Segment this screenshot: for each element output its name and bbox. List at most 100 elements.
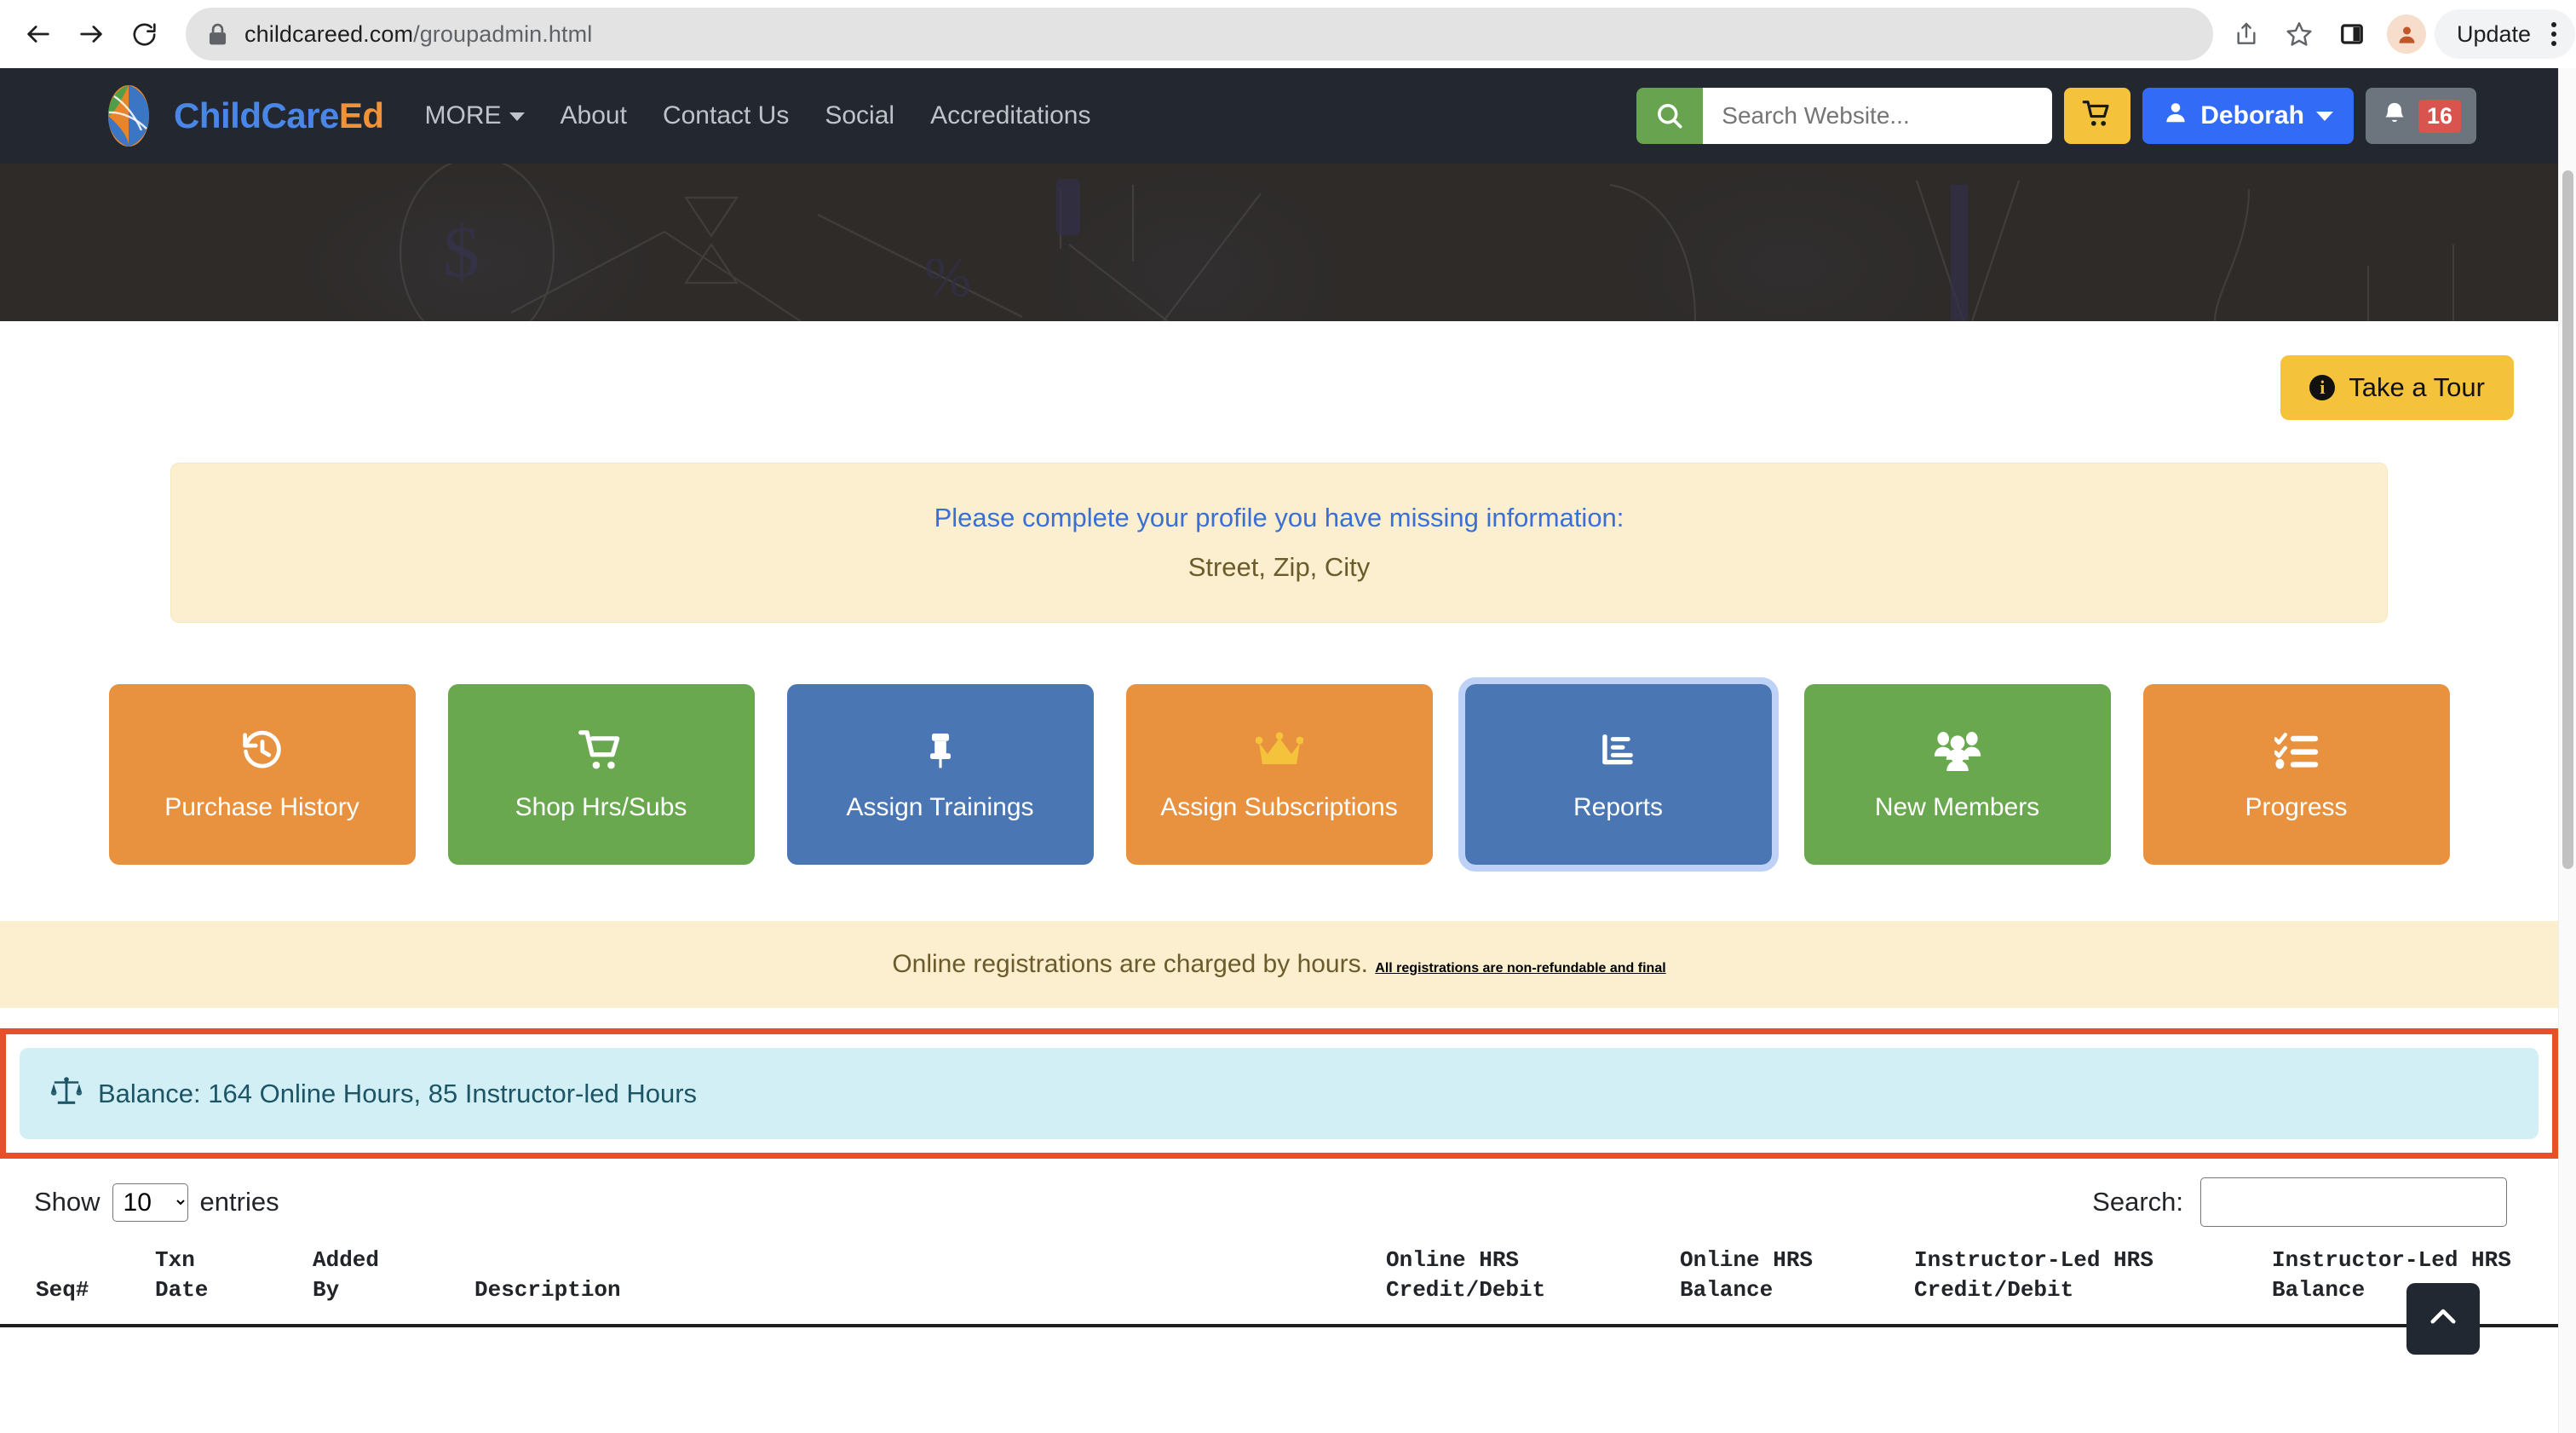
nav-item-contact-us[interactable]: Contact Us bbox=[663, 101, 789, 130]
balance-highlight-box: Balance: 164 Online Hours, 85 Instructor… bbox=[0, 1028, 2558, 1159]
main-nav: MORE About Contact Us Social Accreditati… bbox=[425, 101, 1091, 130]
col-line1: Instructor-Led HRS bbox=[1914, 1247, 2153, 1273]
star-icon[interactable] bbox=[2273, 8, 2326, 60]
balance-text: Balance: 164 Online Hours, 85 Instructor… bbox=[98, 1078, 698, 1108]
lock-icon[interactable] bbox=[208, 23, 227, 46]
nav-item-social[interactable]: Social bbox=[825, 101, 894, 130]
action-card-assign-subscriptions[interactable]: Assign Subscriptions bbox=[1125, 684, 1433, 865]
table-controls: Show 10 25 50 100 entries Search: bbox=[0, 1159, 2558, 1227]
profile-alert-message: Please complete your profile you have mi… bbox=[934, 503, 1624, 532]
hero-banner: $ % bbox=[0, 164, 2558, 321]
take-a-tour-button[interactable]: i Take a Tour bbox=[2280, 355, 2514, 420]
action-card-progress[interactable]: Progress bbox=[2142, 684, 2450, 865]
action-label: Purchase History bbox=[164, 793, 359, 821]
search-label: Search: bbox=[2092, 1187, 2183, 1217]
entries-select[interactable]: 10 25 50 100 bbox=[112, 1183, 188, 1222]
action-card-assign-trainings[interactable]: Assign Trainings bbox=[786, 684, 1094, 865]
childcareed-logo-icon bbox=[102, 84, 155, 147]
kebab-menu-icon[interactable] bbox=[2543, 22, 2565, 46]
address-bar[interactable]: childcareed.com/groupadmin.html bbox=[186, 8, 2213, 60]
col-line1: Online HRS bbox=[1386, 1247, 1520, 1273]
reload-icon[interactable] bbox=[118, 8, 170, 60]
thumbtack-icon bbox=[920, 727, 961, 774]
table-search-input[interactable] bbox=[2200, 1177, 2507, 1227]
history-clock-icon bbox=[240, 727, 285, 774]
entries-label: entries bbox=[199, 1187, 279, 1217]
shopping-cart-icon bbox=[578, 727, 624, 774]
nav-item-more[interactable]: MORE bbox=[425, 101, 525, 130]
search-icon[interactable] bbox=[1636, 88, 1704, 144]
table-header-row: Seq# Txn Date Added By Description Online … bbox=[0, 1237, 2558, 1328]
browser-actions: Update bbox=[2220, 8, 2576, 60]
action-card-shop-hrs-subs[interactable]: Shop Hrs/Subs bbox=[447, 684, 755, 865]
col-line1: Txn bbox=[155, 1247, 195, 1273]
nav-item-about[interactable]: About bbox=[561, 101, 627, 130]
bell-icon bbox=[2381, 101, 2408, 132]
chevron-down-icon bbox=[2315, 111, 2333, 121]
back-arrow-icon[interactable] bbox=[12, 8, 65, 60]
col-line2: Balance bbox=[2272, 1277, 2366, 1304]
registration-notice-text: Online registrations are charged by hour… bbox=[892, 950, 1376, 978]
page-scrollbar-thumb[interactable] bbox=[2562, 170, 2573, 869]
shopping-cart-icon bbox=[2082, 99, 2113, 134]
main-content: i Take a Tour Please complete your profi… bbox=[0, 321, 2558, 1350]
table-row[interactable] bbox=[0, 1327, 2558, 1350]
checklist-icon bbox=[2274, 727, 2319, 774]
site-header: ChildCareEd MORE About Contact Us Social… bbox=[0, 68, 2558, 164]
transactions-table: Seq# Txn Date Added By Description Online … bbox=[0, 1237, 2558, 1328]
column-header-instructor-led-hrs-credit-debit[interactable]: Instructor-Led HRS Credit/Debit bbox=[1904, 1237, 2262, 1328]
action-label: Progress bbox=[2245, 793, 2348, 821]
column-header-online-hrs-balance[interactable]: Online HRS Balance bbox=[1670, 1237, 1904, 1328]
action-label: Assign Trainings bbox=[846, 793, 1034, 821]
show-entries-control: Show 10 25 50 100 entries bbox=[34, 1183, 279, 1222]
site-search[interactable] bbox=[1636, 88, 2053, 144]
chevron-up-icon bbox=[2425, 1299, 2461, 1339]
col-line2: By bbox=[313, 1277, 340, 1304]
forward-arrow-icon[interactable] bbox=[65, 8, 118, 60]
cart-button[interactable] bbox=[2064, 88, 2131, 144]
col-line2: Credit/Debit bbox=[1914, 1277, 2074, 1304]
brand-name-part1: ChildCare bbox=[174, 95, 339, 135]
brand[interactable]: ChildCareEd bbox=[102, 84, 384, 147]
crown-icon bbox=[1255, 727, 1303, 774]
registration-notice-emphasis: All registrations are non-refundable and… bbox=[1375, 961, 1666, 975]
page-scrollbar[interactable] bbox=[2558, 68, 2576, 1433]
balance-bar: Balance: 164 Online Hours, 85 Instructor… bbox=[20, 1048, 2539, 1139]
column-header-description[interactable]: Description bbox=[464, 1237, 1376, 1328]
action-label: Reports bbox=[1573, 793, 1664, 821]
nav-item-accreditations[interactable]: Accreditations bbox=[930, 101, 1090, 130]
column-header-seq[interactable]: Seq# bbox=[0, 1237, 145, 1328]
column-header-added-by[interactable]: Added By bbox=[302, 1237, 464, 1328]
notification-count-badge: 16 bbox=[2418, 99, 2461, 133]
update-button[interactable]: Update bbox=[2435, 9, 2576, 59]
action-card-purchase-history[interactable]: Purchase History bbox=[108, 684, 416, 865]
notifications-button[interactable]: 16 bbox=[2365, 88, 2476, 144]
header-tools: Deborah 16 bbox=[1636, 88, 2476, 144]
action-card-reports[interactable]: Reports bbox=[1458, 677, 1779, 872]
profile-avatar-icon[interactable] bbox=[2387, 14, 2426, 54]
url-path: /groupadmin.html bbox=[413, 20, 593, 47]
user-menu-button[interactable]: Deborah bbox=[2142, 88, 2354, 144]
column-header-online-hrs-credit-debit[interactable]: Online HRS Credit/Debit bbox=[1376, 1237, 1670, 1328]
nav-item-more-label: MORE bbox=[424, 101, 502, 129]
action-label: Shop Hrs/Subs bbox=[515, 793, 687, 821]
scales-balance-icon bbox=[50, 1077, 83, 1110]
bar-chart-icon bbox=[1597, 727, 1640, 774]
col-line1: Added bbox=[313, 1247, 380, 1273]
column-header-txn-date[interactable]: Txn Date bbox=[145, 1237, 302, 1328]
url-text: childcareed.com/groupadmin.html bbox=[244, 21, 592, 48]
col-line1: Online HRS bbox=[1680, 1247, 1814, 1273]
action-card-new-members[interactable]: New Members bbox=[1803, 684, 2111, 865]
action-label: Assign Subscriptions bbox=[1160, 793, 1398, 821]
user-name: Deborah bbox=[2200, 101, 2304, 129]
side-panel-icon[interactable] bbox=[2326, 8, 2378, 60]
table-search-control: Search: bbox=[2092, 1177, 2507, 1227]
svg-text:$: $ bbox=[443, 210, 480, 292]
action-label: New Members bbox=[1874, 793, 2040, 821]
search-input[interactable] bbox=[1703, 88, 2053, 144]
scroll-to-top-button[interactable] bbox=[2406, 1283, 2480, 1355]
col-line2: Date bbox=[155, 1277, 209, 1304]
share-icon[interactable] bbox=[2220, 8, 2273, 60]
brand-name: ChildCareEd bbox=[174, 95, 384, 136]
url-domain: childcareed.com bbox=[244, 20, 414, 47]
